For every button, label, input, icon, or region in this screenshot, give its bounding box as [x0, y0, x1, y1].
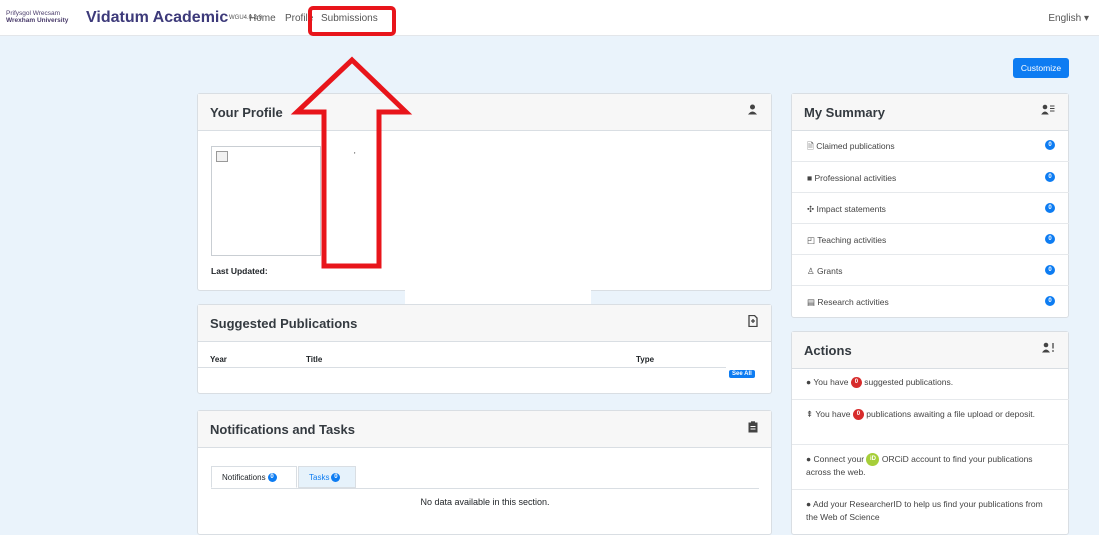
- up-arrow-annotation: [290, 56, 413, 269]
- arrow-fill: [297, 60, 406, 266]
